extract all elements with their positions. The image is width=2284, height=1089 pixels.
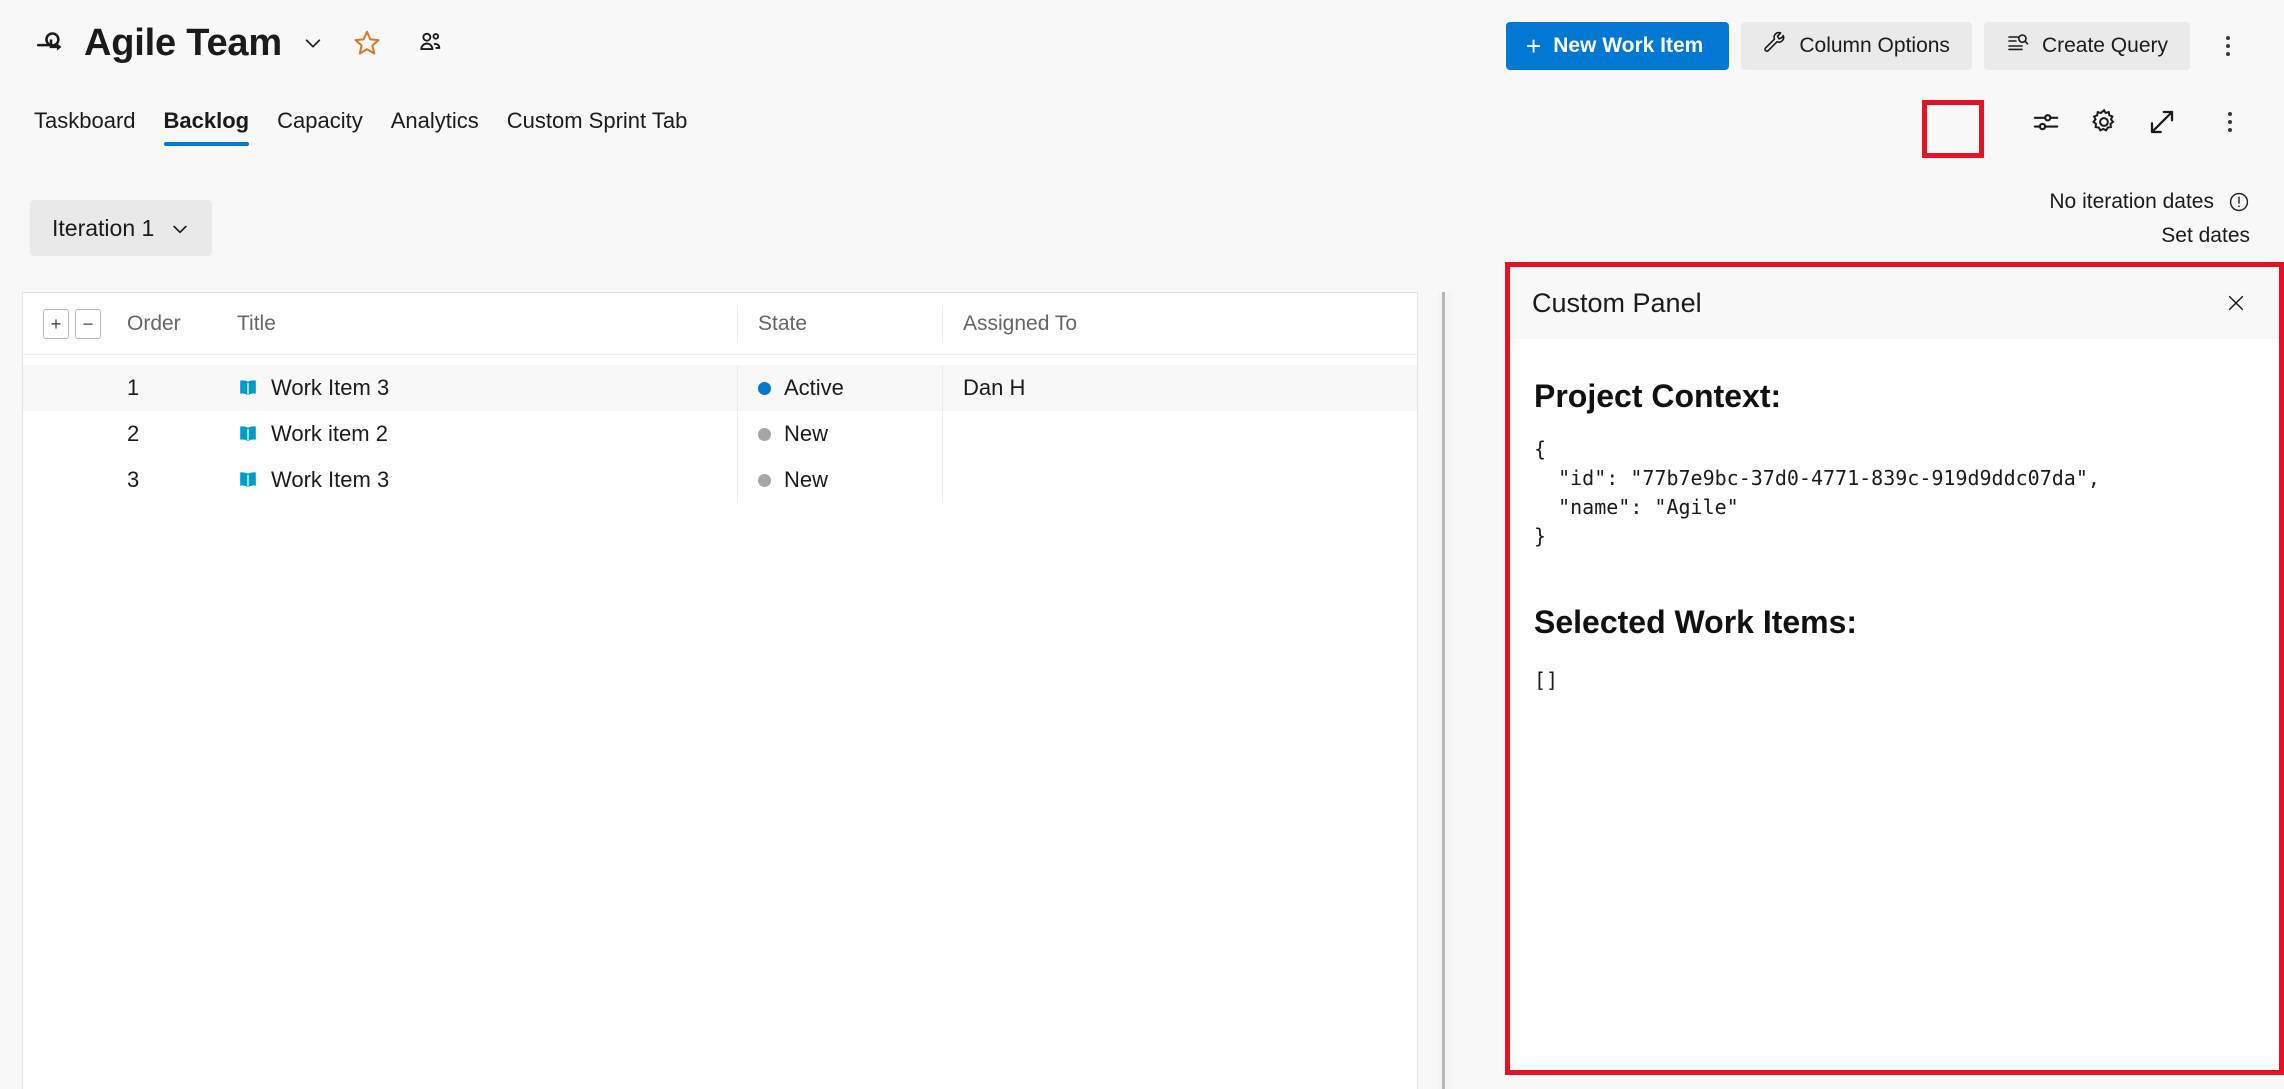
cell-state: Active — [737, 365, 942, 411]
iteration-selector[interactable]: Iteration 1 — [30, 200, 213, 256]
cell-assigned-to — [942, 457, 1417, 503]
status-badge — [758, 473, 771, 487]
table-row[interactable]: 3 Work Item 3 New — [23, 457, 1417, 503]
row-expander[interactable] — [23, 411, 127, 457]
cell-order: 2 — [127, 421, 140, 446]
selected-work-items-json: [] — [1534, 667, 1559, 692]
tab-label: Custom Sprint Tab — [506, 108, 688, 133]
custom-panel-header: Custom Panel — [1510, 267, 2279, 339]
tab-custom-sprint-tab[interactable]: Custom Sprint Tab — [493, 108, 702, 146]
query-list-search-icon — [2006, 31, 2030, 61]
column-options-label: Column Options — [1799, 34, 1950, 57]
cell-title-text: Work Item 3 — [271, 467, 390, 492]
row-expander[interactable] — [23, 365, 127, 411]
column-header-order[interactable]: Order — [127, 305, 237, 343]
custom-panel-body: Project Context: { "id": "77b7e9bc-37d0-… — [1510, 339, 2279, 1070]
grid-vertical-scrollbar[interactable] — [1438, 292, 1452, 1089]
cell-order: 3 — [127, 467, 140, 492]
backlog-grid: + − Order Title State Assigned To 1 Work… — [22, 292, 1418, 1089]
project-context-heading: Project Context: — [1534, 378, 1782, 414]
custom-panel-title: Custom Panel — [1532, 287, 1702, 318]
grid-top-spacer — [23, 355, 1417, 365]
row-expander[interactable] — [23, 457, 127, 503]
warning-circle-icon — [2228, 191, 2250, 213]
page-title: Agile Team — [84, 22, 282, 64]
cell-title-text: Work Item 3 — [271, 375, 390, 400]
create-query-button[interactable]: Create Query — [1983, 22, 2190, 70]
create-query-label: Create Query — [2041, 34, 2168, 57]
sprint-icon — [34, 26, 68, 60]
page-header: Agile Team + New Work Item Column Option… — [0, 0, 2284, 110]
user-story-book-icon — [237, 377, 259, 399]
tab-backlog[interactable]: Backlog — [150, 108, 264, 146]
column-header-title[interactable]: Title — [237, 305, 737, 343]
column-header-assigned-to[interactable]: Assigned To — [942, 304, 1417, 343]
new-work-item-label: New Work Item — [1553, 34, 1704, 57]
cell-state-text: Active — [784, 375, 844, 400]
cell-title[interactable]: Work item 2 — [237, 411, 737, 457]
people-icon[interactable] — [416, 29, 444, 57]
user-story-book-icon — [237, 469, 259, 491]
gear-settings-icon[interactable] — [2088, 106, 2120, 138]
cell-assigned-to — [942, 411, 1417, 457]
tab-capacity[interactable]: Capacity — [263, 108, 377, 146]
cell-state: New — [737, 457, 942, 503]
cell-title[interactable]: Work Item 3 — [237, 457, 737, 503]
status-badge — [758, 381, 771, 395]
tab-taskboard[interactable]: Taskboard — [20, 108, 150, 146]
column-header-state[interactable]: State — [737, 304, 942, 343]
tab-label: Analytics — [390, 108, 479, 133]
cell-state: New — [737, 411, 942, 457]
expand-all-button[interactable]: + — [43, 308, 69, 339]
iteration-selector-label: Iteration 1 — [52, 214, 155, 241]
azure-devops-backlog-page: Agile Team + New Work Item Column Option… — [0, 0, 2284, 1089]
table-row[interactable]: 1 Work Item 3 Active Dan H — [23, 365, 1417, 411]
custom-panel: Custom Panel Project Context: { "id": "7… — [1505, 262, 2284, 1075]
collapse-all-button[interactable]: − — [75, 308, 101, 339]
iteration-dates-status: No iteration dates — [2049, 190, 2214, 213]
team-title-block: Agile Team — [34, 24, 444, 62]
tab-analytics[interactable]: Analytics — [377, 108, 493, 146]
cell-title-text: Work item 2 — [271, 421, 388, 446]
nav-tabs: Taskboard Backlog Capacity Analytics Cus… — [20, 108, 701, 146]
status-badge — [758, 427, 771, 441]
project-context-json: { "id": "77b7e9bc-37d0-4771-839c-919d9dd… — [1534, 437, 2100, 549]
view-options-sliders-icon[interactable] — [2030, 106, 2062, 138]
star-icon[interactable] — [352, 28, 382, 58]
scrollbar-thumb[interactable] — [1442, 292, 1445, 1089]
tab-label: Taskboard — [34, 108, 136, 133]
cell-state-text: New — [784, 421, 829, 446]
grid-header-row: + − Order Title State Assigned To — [23, 293, 1417, 355]
set-dates-link[interactable]: Set dates — [2049, 224, 2250, 248]
command-bar: + New Work Item Column Options Create Qu… — [1506, 22, 2248, 70]
cell-assigned-to: Dan H — [942, 365, 1417, 411]
view-tool-icons — [2030, 100, 2250, 144]
tab-label: Backlog — [163, 108, 250, 133]
full-screen-expand-icon[interactable] — [2146, 106, 2178, 138]
user-story-book-icon — [237, 423, 259, 445]
column-options-button[interactable]: Column Options — [1741, 22, 1972, 70]
cell-order: 1 — [127, 375, 140, 400]
chevron-down-icon — [170, 218, 190, 238]
close-icon[interactable] — [2219, 286, 2253, 320]
view-overflow-kebab-menu-icon[interactable] — [2210, 100, 2250, 144]
cell-state-text: New — [784, 467, 829, 492]
iteration-dates-block: No iteration dates Set dates — [2049, 190, 2250, 248]
header-overflow-kebab-menu-icon[interactable] — [2208, 24, 2248, 68]
cell-title[interactable]: Work Item 3 — [237, 365, 737, 411]
selected-work-items-heading: Selected Work Items: — [1534, 604, 1858, 641]
table-row[interactable]: 2 Work item 2 New — [23, 411, 1417, 457]
tab-label: Capacity — [277, 108, 363, 133]
new-work-item-button[interactable]: + New Work Item — [1506, 22, 1730, 70]
plus-icon: + — [1526, 31, 1542, 61]
chevron-down-icon[interactable] — [302, 32, 324, 54]
wrench-icon — [1763, 31, 1787, 61]
expand-collapse-controls: + − — [23, 308, 127, 339]
